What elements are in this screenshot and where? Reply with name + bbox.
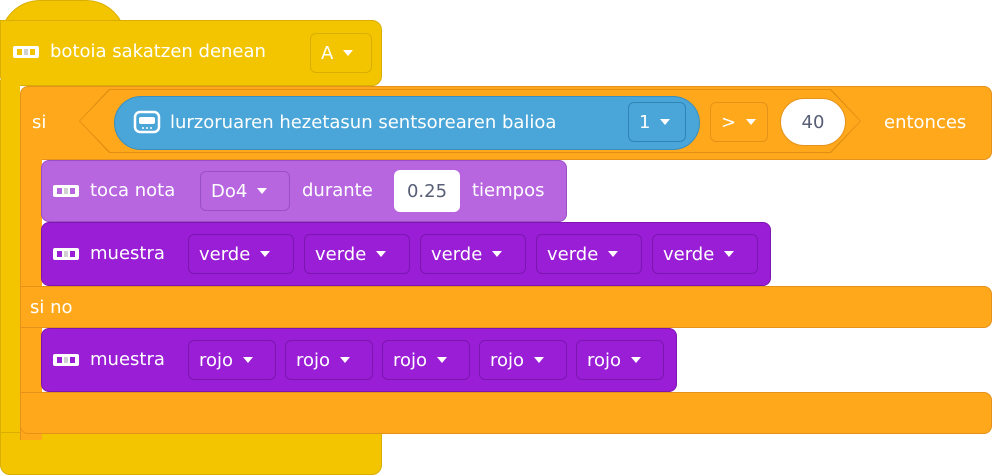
- caret-down-icon: [534, 357, 545, 363]
- color-value: rojo: [199, 349, 234, 371]
- display-label: muestra: [90, 243, 165, 264]
- note-dropdown-value: Do4: [211, 180, 248, 202]
- color-value: rojo: [490, 349, 525, 371]
- caret-down-icon: [437, 357, 448, 363]
- color-dropdown-2[interactable]: verde: [304, 234, 410, 274]
- color-value: rojo: [393, 349, 428, 371]
- play-note-label: toca nota: [90, 180, 176, 201]
- color-value: verde: [547, 243, 599, 265]
- hub-icon: [53, 248, 79, 260]
- caret-down-icon: [492, 251, 503, 257]
- hat-label: botoia sakatzen denean: [50, 41, 266, 62]
- sensor-icon: [133, 110, 161, 134]
- duration-input[interactable]: 0.25: [394, 170, 460, 212]
- threshold-input[interactable]: 40: [780, 98, 846, 146]
- hat-block-spine: [0, 80, 20, 440]
- caret-down-icon: [724, 251, 735, 257]
- color-dropdown-4[interactable]: verde: [536, 234, 642, 274]
- color-dropdown-4[interactable]: rojo: [479, 340, 567, 380]
- hub-icon: [53, 185, 79, 197]
- caret-down-icon: [631, 357, 642, 363]
- if-block-bottom: [20, 392, 992, 434]
- color-dropdown-2[interactable]: rojo: [285, 340, 373, 380]
- caret-down-icon: [343, 50, 354, 56]
- hub-icon: [13, 46, 39, 58]
- threshold-value: 40: [801, 111, 825, 133]
- color-dropdown-5[interactable]: verde: [652, 234, 758, 274]
- then-label: entonces: [884, 112, 967, 133]
- caret-down-icon: [260, 251, 271, 257]
- caret-down-icon: [340, 357, 351, 363]
- color-dropdown-1[interactable]: verde: [188, 234, 294, 274]
- color-value: rojo: [587, 349, 622, 371]
- color-value: verde: [663, 243, 715, 265]
- hat-block-foot: [0, 432, 382, 475]
- caret-down-icon: [257, 188, 268, 194]
- color-dropdown-1[interactable]: rojo: [188, 340, 276, 380]
- color-value: verde: [199, 243, 251, 265]
- color-dropdown-5[interactable]: rojo: [576, 340, 664, 380]
- if-label: si: [32, 112, 47, 133]
- port-dropdown-value: 1: [639, 111, 651, 133]
- color-dropdown-3[interactable]: rojo: [382, 340, 470, 380]
- beats-label: tiempos: [472, 180, 545, 201]
- caret-down-icon: [660, 119, 671, 125]
- else-section: [20, 286, 992, 328]
- color-value: rojo: [296, 349, 331, 371]
- sensor-label: lurzoruaren hezetasun sentsorearen balio…: [170, 112, 557, 133]
- color-value: verde: [315, 243, 367, 265]
- color-dropdown-3[interactable]: verde: [420, 234, 526, 274]
- port-dropdown[interactable]: 1: [628, 102, 686, 142]
- button-dropdown-value: A: [321, 42, 334, 64]
- caret-down-icon: [746, 119, 757, 125]
- note-dropdown[interactable]: Do4: [200, 171, 290, 211]
- operator-dropdown[interactable]: >: [710, 102, 768, 142]
- duration-value: 0.25: [406, 180, 448, 202]
- color-value: verde: [431, 243, 483, 265]
- during-label: durante: [302, 180, 373, 201]
- hub-icon: [53, 354, 79, 366]
- operator-dropdown-value: >: [721, 111, 737, 133]
- button-dropdown[interactable]: A: [310, 33, 372, 73]
- display-label: muestra: [90, 349, 165, 370]
- caret-down-icon: [376, 251, 387, 257]
- else-label: si no: [30, 297, 73, 318]
- caret-down-icon: [243, 357, 254, 363]
- caret-down-icon: [608, 251, 619, 257]
